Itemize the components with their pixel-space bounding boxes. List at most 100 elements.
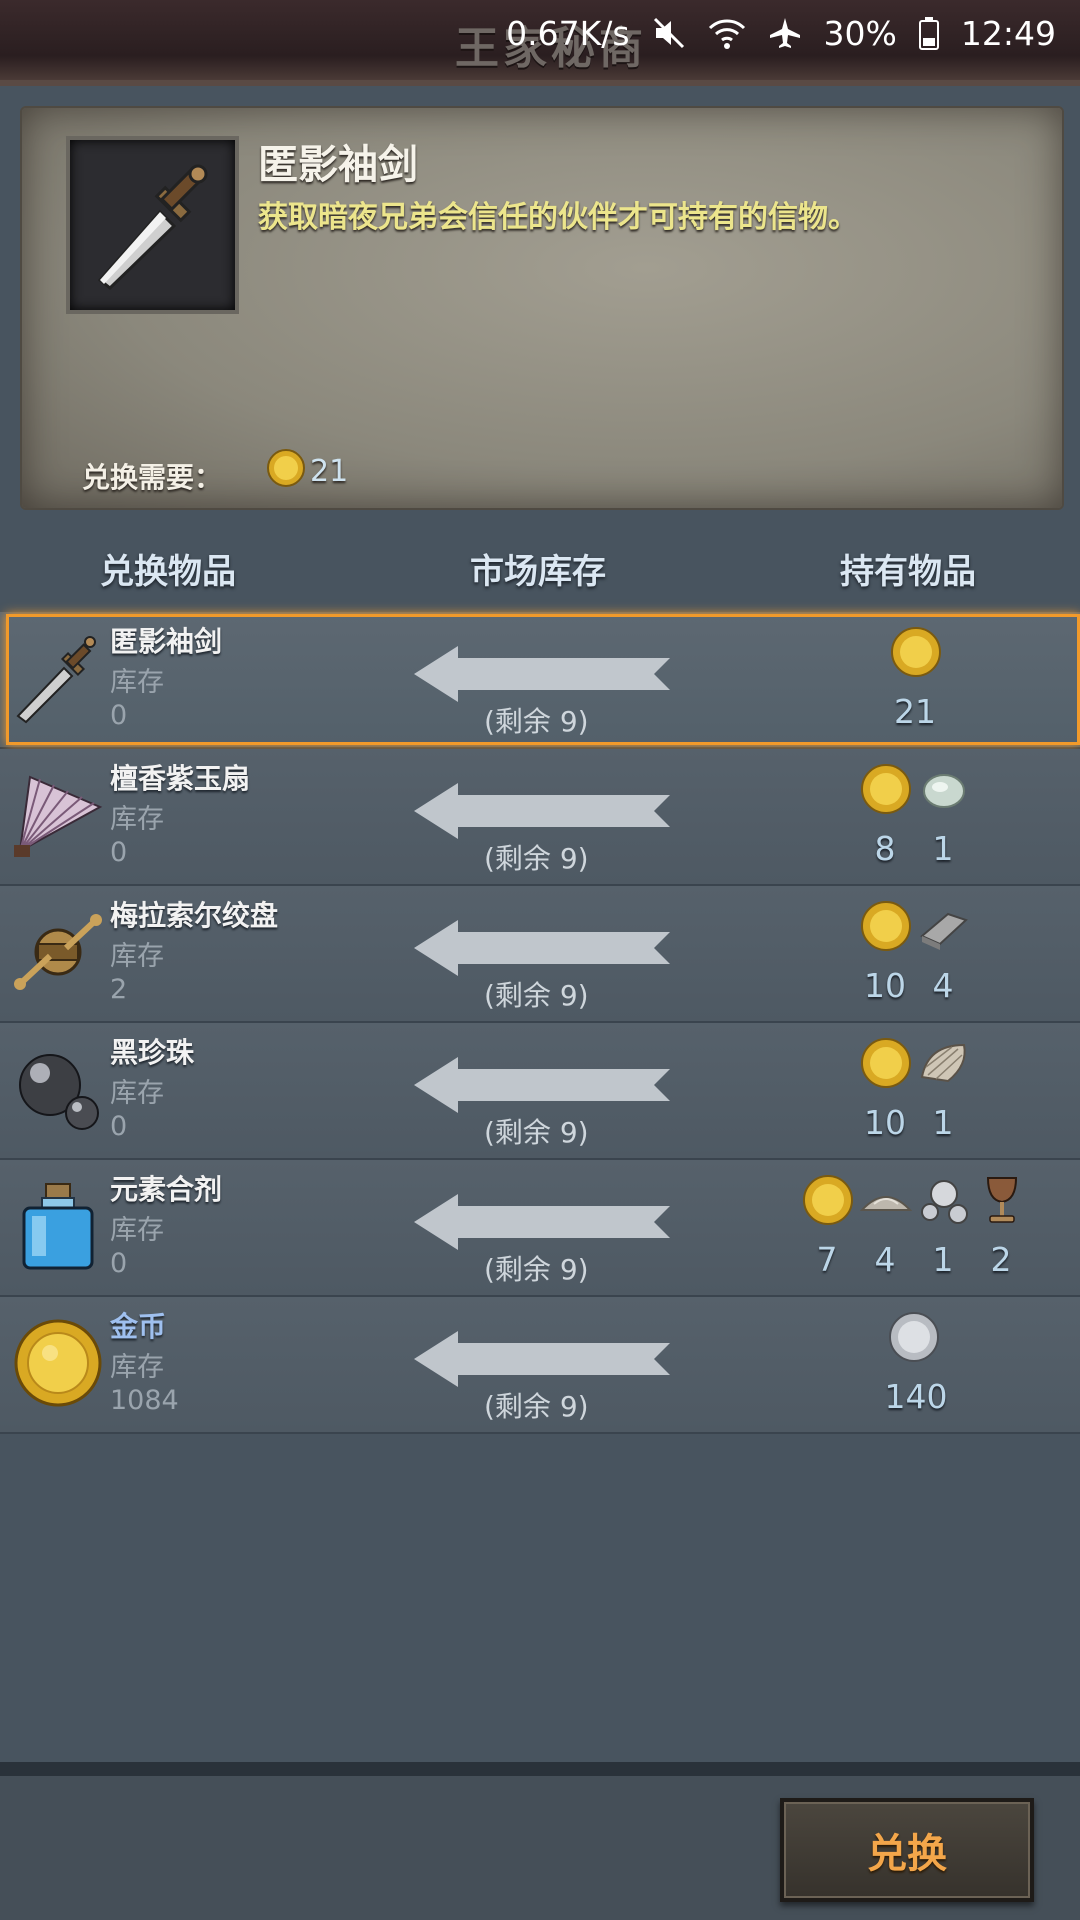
cost-values: 10 1 (856, 1103, 972, 1142)
cost-value: 10 (864, 1103, 906, 1142)
row-remaining: (剩余 9) (484, 979, 589, 1012)
row-stock-label: 库存 (110, 804, 164, 835)
exchange-row[interactable]: 黑珍珠 库存 0 (剩余 9) 10 1 (0, 1023, 1080, 1160)
cost-values: 8 1 (856, 829, 972, 868)
powder-pile-icon (859, 1174, 913, 1230)
status-bar: 0.67K/s 30% 12:49 (506, 10, 1056, 56)
row-item-name: 黑珍珠 (110, 1036, 195, 1069)
cost-value: 1 (932, 1103, 954, 1142)
cost-value: 8 (874, 829, 896, 868)
requirement-label: 兑换需要： (82, 461, 223, 494)
cost-values: 21 (886, 692, 944, 731)
column-header-item: 兑换物品 (100, 552, 236, 592)
cost-value: 4 (932, 966, 954, 1005)
jade-stone-icon (918, 763, 970, 819)
row-remaining: (剩余 9) (484, 1253, 589, 1286)
row-stock-value: 0 (110, 700, 128, 731)
cost-value: 7 (816, 1240, 838, 1279)
cost-values: 10 4 (856, 966, 972, 1005)
fan-icon (10, 767, 106, 863)
dagger-icon (66, 136, 239, 314)
cost-icons (802, 1174, 1028, 1230)
item-name: 匿影袖剑 (258, 142, 418, 188)
row-stock-label: 库存 (110, 1215, 164, 1246)
cost-values: 7 4 1 2 (798, 1240, 1030, 1279)
cost-icons (888, 1311, 940, 1367)
cost-value: 4 (874, 1240, 896, 1279)
cost-icons (890, 626, 942, 682)
row-stock-label: 库存 (110, 1078, 164, 1109)
cost-value: 1 (932, 1240, 954, 1279)
cost-icons (860, 763, 970, 819)
row-item-name: 梅拉索尔绞盘 (110, 899, 279, 932)
column-header-owned: 持有物品 (840, 552, 976, 592)
gold-coin-icon (860, 763, 912, 819)
potion-bottle-icon (10, 1178, 106, 1274)
gold-coin-icon (860, 1037, 912, 1093)
gold-coin-icon (266, 448, 306, 492)
dagger-icon (10, 630, 106, 726)
row-stock-value: 2 (110, 974, 128, 1005)
cost-value: 10 (864, 966, 906, 1005)
column-headers: 兑换物品 市场库存 持有物品 (0, 544, 1080, 594)
requirement-value: 21 (310, 454, 349, 489)
row-remaining: (剩余 9) (484, 842, 589, 875)
item-description: 获取暗夜兄弟会信任的伙伴才可持有的信物。 (258, 200, 858, 235)
cost-icons (860, 900, 970, 956)
row-item-name: 檀香紫玉扇 (110, 762, 251, 795)
row-item-name: 金币 (110, 1310, 167, 1343)
clock: 12:49 (960, 13, 1056, 53)
cost-value: 21 (894, 692, 936, 731)
iron-ingot-icon (918, 900, 970, 956)
exchange-row[interactable]: 梅拉索尔绞盘 库存 2 (剩余 9) 10 4 (0, 886, 1080, 1023)
exchange-row[interactable]: 元素合剂 库存 0 (剩余 9) 7 4 1 2 (0, 1160, 1080, 1297)
arrow-left-icon (414, 783, 674, 843)
arrow-left-icon (414, 920, 674, 980)
row-remaining: (剩余 9) (484, 1390, 589, 1423)
cost-icons (860, 1037, 970, 1093)
row-stock-value: 0 (110, 837, 128, 868)
oyster-shell-icon (918, 1037, 970, 1093)
arrow-left-icon (414, 1331, 674, 1391)
arrow-left-icon (414, 1057, 674, 1117)
item-detail-panel: 匿影袖剑 获取暗夜兄弟会信任的伙伴才可持有的信物。 兑换需要： 21 (20, 106, 1064, 510)
arrow-left-icon (414, 1194, 674, 1254)
exchange-row[interactable]: 檀香紫玉扇 库存 0 (剩余 9) 8 1 (0, 749, 1080, 886)
gold-coin-icon (890, 626, 942, 682)
exchange-row[interactable]: 匿影袖剑 库存 0 (剩余 9) 21 (0, 612, 1080, 749)
cost-values: 140 (884, 1377, 948, 1416)
row-remaining: (剩余 9) (484, 705, 589, 738)
row-remaining: (剩余 9) (484, 1116, 589, 1149)
cost-value: 2 (990, 1240, 1012, 1279)
cost-value: 140 (884, 1377, 948, 1416)
battery-icon (918, 16, 939, 50)
column-header-stock: 市场库存 (470, 552, 606, 592)
exchange-list: 匿影袖剑 库存 0 (剩余 9) 21 檀香紫玉扇 库存 0 (剩余 9) 8 … (0, 612, 1080, 1434)
gold-coin-large-icon (10, 1315, 106, 1411)
airplane-icon (768, 16, 802, 50)
exchange-row[interactable]: 金币 库存 1084 (剩余 9) 140 (0, 1297, 1080, 1434)
gold-coin-icon (802, 1174, 854, 1230)
wifi-icon (708, 16, 746, 50)
silver-coin-icon (888, 1311, 940, 1367)
row-stock-value: 0 (110, 1111, 128, 1142)
top-bar: 王家秘商 0.67K/s 30% 12:49 (0, 0, 1080, 86)
goblet-icon (976, 1174, 1028, 1230)
arrow-left-icon (414, 646, 674, 706)
mute-icon (652, 16, 686, 50)
exchange-button[interactable]: 兑换 (780, 1798, 1034, 1902)
row-item-name: 匿影袖剑 (110, 625, 223, 658)
row-item-name: 元素合剂 (110, 1173, 223, 1206)
row-stock-label: 库存 (110, 667, 164, 698)
cost-value: 1 (932, 829, 954, 868)
winch-icon (10, 904, 106, 1000)
pearls-icon (918, 1174, 970, 1230)
row-stock-label: 库存 (110, 941, 164, 972)
net-speed: 0.67K/s (506, 13, 630, 53)
black-pearl-icon (10, 1041, 106, 1137)
gold-coin-icon (860, 900, 912, 956)
battery-text: 30% (823, 13, 897, 53)
row-stock-value: 0 (110, 1248, 128, 1279)
row-stock-label: 库存 (110, 1352, 164, 1383)
divider (0, 1762, 1080, 1776)
